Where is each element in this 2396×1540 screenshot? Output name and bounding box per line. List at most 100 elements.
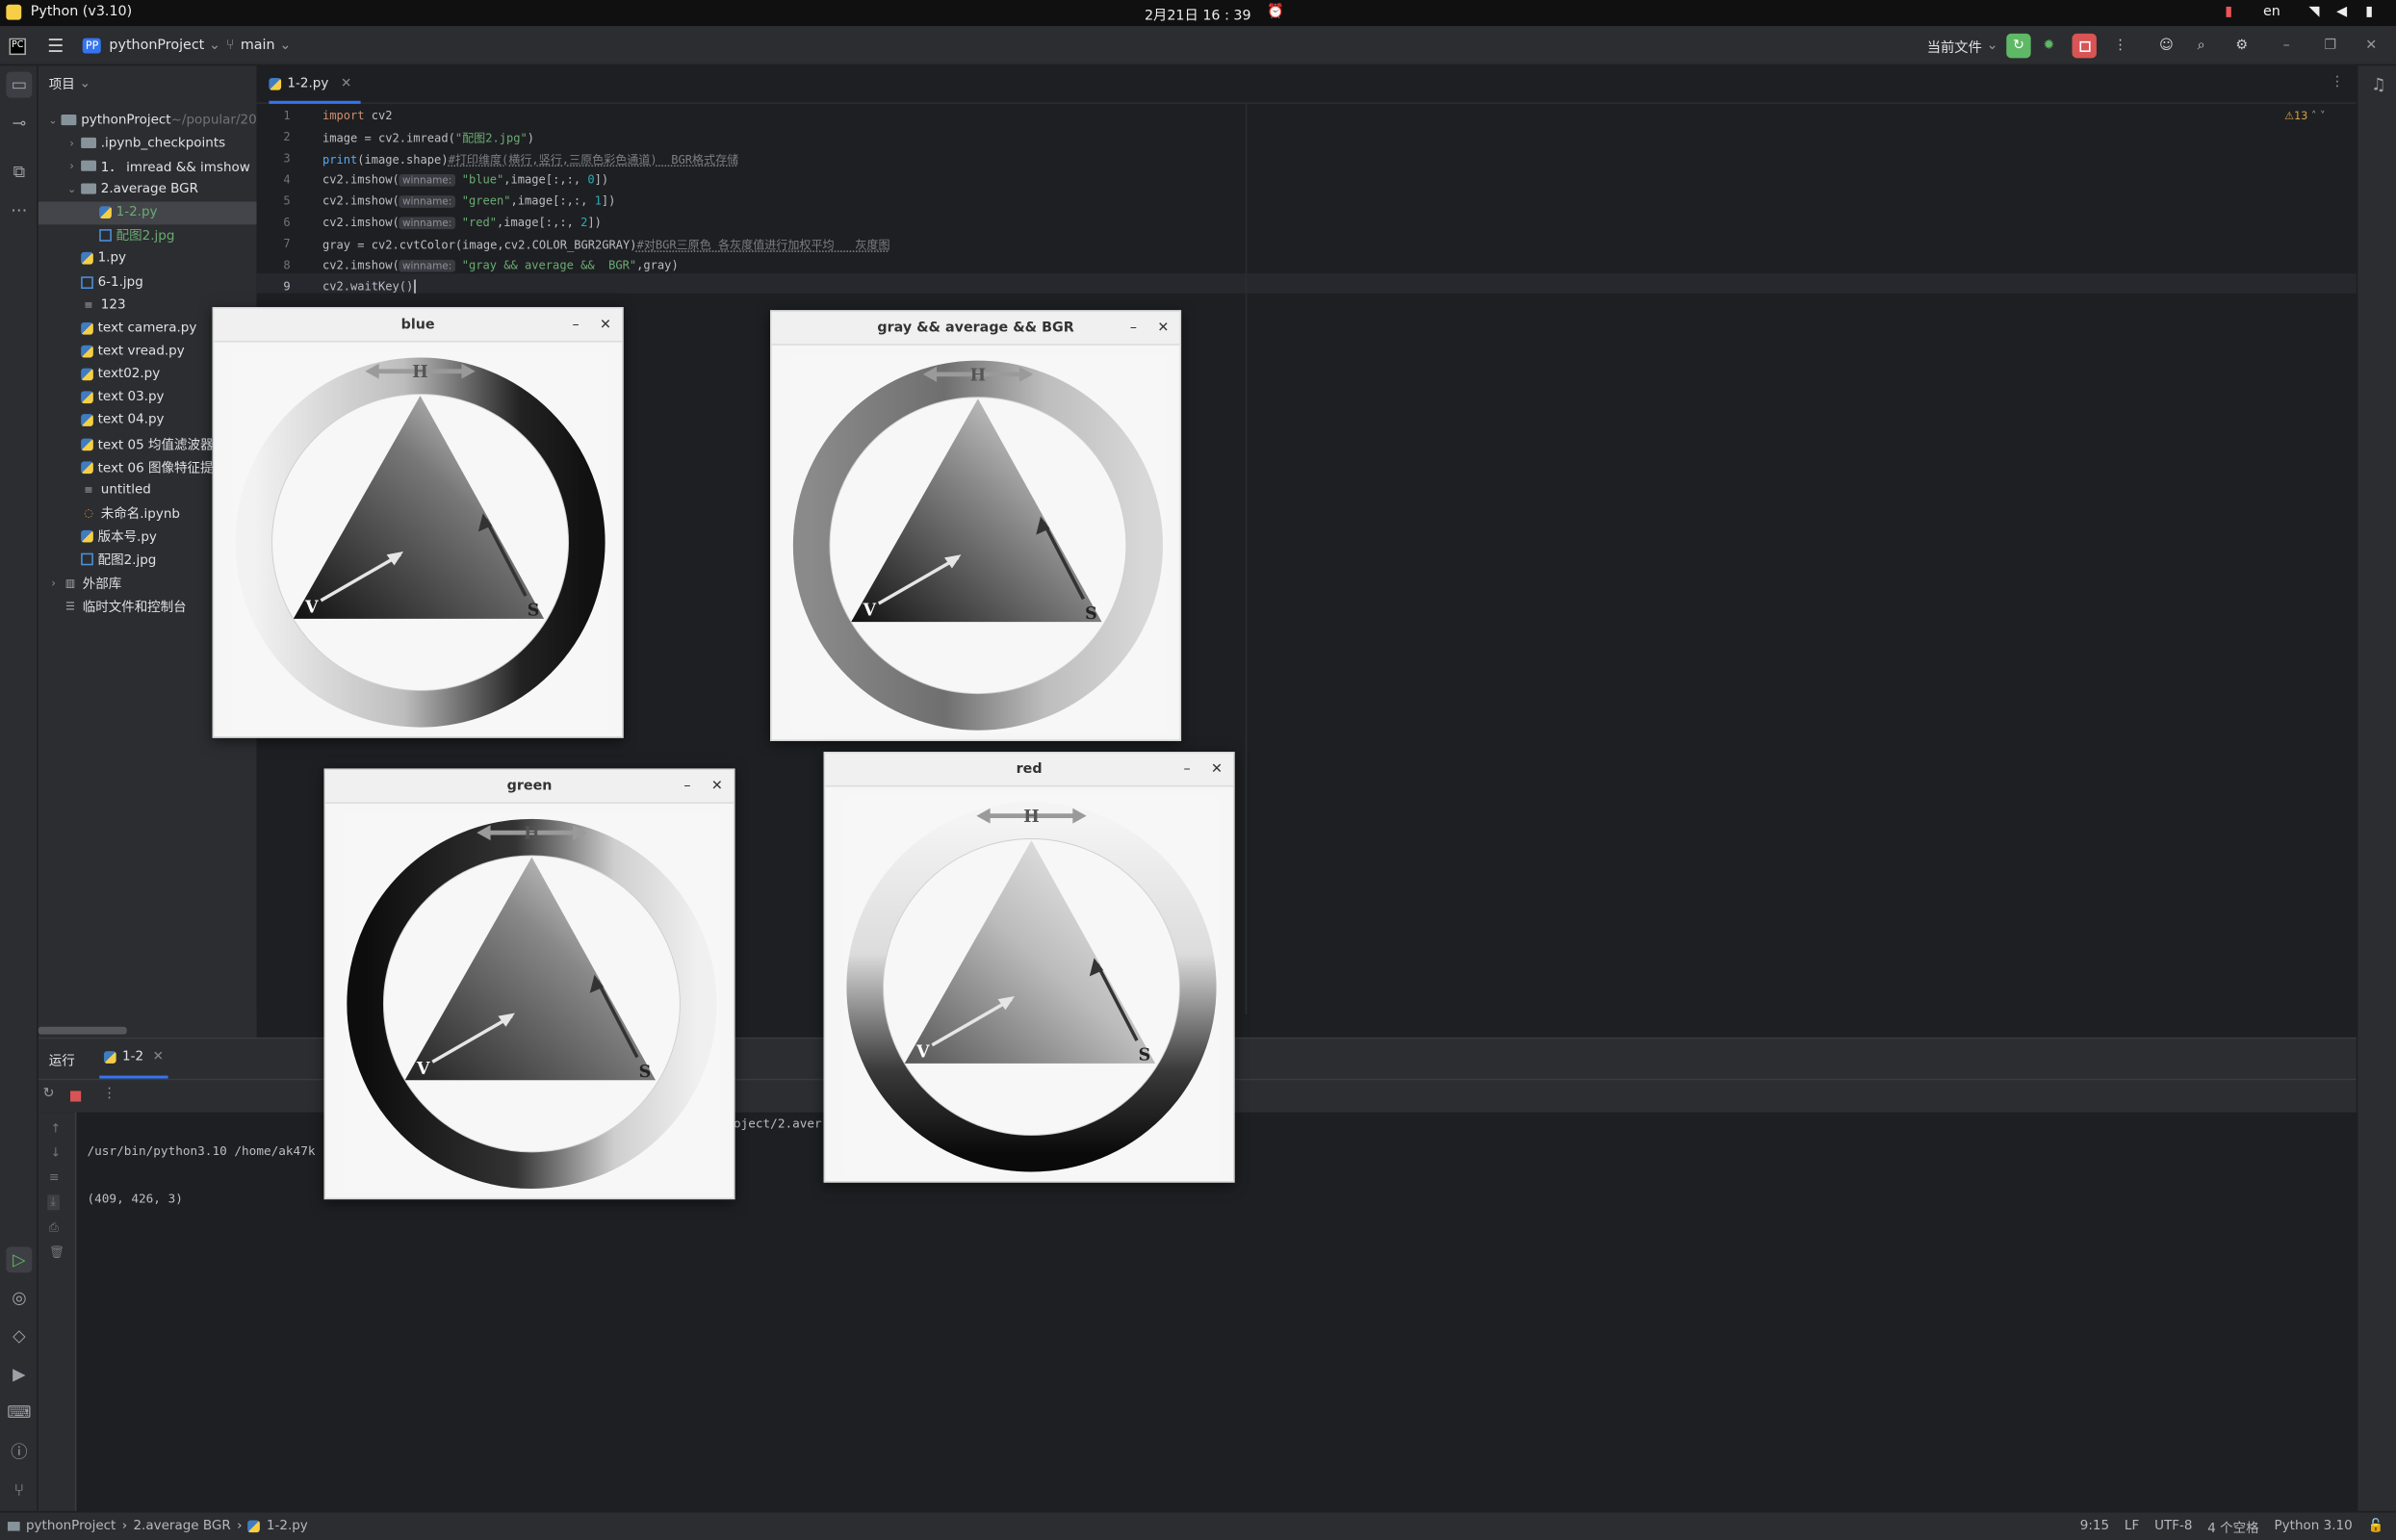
python-console-icon[interactable]: ◎	[6, 1285, 32, 1311]
branch-selector[interactable]: ⑂ main ⌄	[226, 26, 291, 65]
editor-tab-1-2[interactable]: 1-2.py ✕	[269, 65, 361, 104]
code-number: 1	[594, 193, 602, 208]
cv-window-green[interactable]: green – ✕ H V S	[323, 768, 735, 1200]
more-tools-icon[interactable]: ⋯	[6, 197, 32, 223]
cv-window-red[interactable]: red – ✕ H V S	[823, 752, 1235, 1183]
terminal-icon[interactable]: ⌨	[6, 1399, 32, 1425]
scroll-to-end-icon[interactable]: ⤓	[47, 1194, 60, 1211]
project-selector[interactable]: PP pythonProject ⌄	[82, 26, 220, 65]
python-file-icon	[81, 391, 93, 404]
close-tab-icon[interactable]: ✕	[341, 76, 351, 91]
battery-icon[interactable]: ▮	[2365, 5, 2373, 20]
minimize-button[interactable]: –	[1130, 312, 1137, 346]
file-encoding[interactable]: UTF-8	[2154, 1519, 2192, 1537]
breadcrumb-file[interactable]: 1-2.py	[267, 1519, 308, 1534]
chevron-up-icon[interactable]: ˄	[2311, 110, 2317, 122]
chevron-down-icon[interactable]: ˅	[2320, 110, 2326, 122]
close-button[interactable]: ✕	[711, 770, 723, 804]
python-interpreter[interactable]: Python 3.10	[2275, 1519, 2353, 1537]
volume-icon[interactable]: ◀	[2336, 5, 2347, 20]
tree-item[interactable]: ⌄ pythonProject ~/popular/20	[39, 109, 256, 132]
services-icon[interactable]: ▶	[6, 1361, 32, 1387]
python-packages-icon[interactable]: ◇	[6, 1323, 32, 1349]
line-separator[interactable]: LF	[2125, 1519, 2139, 1537]
settings-gear-icon[interactable]: ⚙	[2235, 26, 2248, 65]
rerun-button[interactable]: ↻	[2006, 33, 2031, 59]
project-panel-header[interactable]: 项目 ⌄	[49, 75, 90, 92]
close-tab-icon[interactable]: ✕	[153, 1050, 164, 1065]
chevron-right-icon[interactable]: ›	[65, 160, 78, 172]
run-tab-1-2[interactable]: 1-2 ✕	[99, 1039, 168, 1079]
collab-icon[interactable]: ☺	[2159, 26, 2174, 65]
chevron-down-icon[interactable]: ⌄	[47, 114, 59, 126]
code-token: cv2.imshow(	[322, 193, 399, 208]
tree-item[interactable]: 1-2.py	[38, 200, 257, 224]
chevron-right-icon[interactable]: ›	[65, 137, 78, 149]
rerun-icon[interactable]: ↻	[42, 1087, 54, 1102]
scroll-down-icon[interactable]: ↓	[50, 1146, 61, 1160]
cv-window-gray[interactable]: gray && average && BGR – ✕ H V S	[770, 310, 1182, 741]
main-menu-icon[interactable]: ☰	[47, 26, 64, 65]
close-button[interactable]: ✕	[1211, 754, 1223, 787]
tree-item[interactable]: 1.py	[39, 247, 257, 270]
cv-window-title[interactable]: green	[325, 770, 734, 804]
chevron-right-icon[interactable]: ›	[47, 577, 60, 589]
structure-tool-icon[interactable]: ⧉	[6, 159, 32, 185]
soft-wrap-icon[interactable]: ≡	[49, 1170, 60, 1184]
minimize-button[interactable]: –	[683, 770, 690, 804]
close-button[interactable]: ✕	[1157, 312, 1169, 346]
tree-item[interactable]: 配图2.jpg	[39, 224, 257, 247]
tree-item[interactable]: ⌄ 2.average BGR	[39, 178, 257, 201]
cv-window-blue[interactable]: blue – ✕ H V S	[212, 307, 624, 738]
run-tool-icon[interactable]: ▷	[6, 1246, 33, 1273]
cv-window-title[interactable]: red	[825, 753, 1234, 787]
run-config-selector[interactable]: 当前文件 ⌄	[1927, 26, 1998, 65]
clear-trash-icon[interactable]: 🗑	[49, 1245, 64, 1259]
run-output[interactable]: /usr/bin/python3.10 /home/ak47k (409, 42…	[87, 1116, 315, 1233]
tree-item[interactable]: › 1． imread && imshow	[39, 155, 257, 178]
recording-icon[interactable]: ▮	[2225, 5, 2232, 20]
alarm-icon[interactable]: ⏰	[1267, 5, 1284, 20]
inspection-widget[interactable]: ⚠13 ˄ ˅	[2284, 110, 2325, 122]
breadcrumb-separator-icon: ›	[121, 1518, 128, 1534]
print-icon[interactable]: ⎙	[49, 1220, 59, 1236]
cv-window-title[interactable]: blue	[214, 308, 623, 343]
search-icon[interactable]: ⌕	[2198, 26, 2205, 65]
project-tool-folder-icon[interactable]: ▭	[6, 71, 33, 98]
tree-item[interactable]: › .ipynb_checkpoints	[39, 132, 257, 155]
caret-position[interactable]: 9:15	[2080, 1519, 2109, 1537]
chevron-down-icon[interactable]: ⌄	[65, 183, 78, 195]
tab-options-icon[interactable]: ⋮	[2331, 75, 2344, 90]
minimize-button[interactable]: –	[572, 309, 579, 343]
code-token: image = cv2.imread(	[322, 131, 455, 145]
cv-window-title[interactable]: gray && average && BGR	[771, 311, 1180, 346]
param-hint: winname:	[399, 195, 455, 208]
problems-icon[interactable]: ⓘ	[6, 1438, 32, 1464]
close-window-button[interactable]: ✕	[2365, 26, 2377, 65]
breadcrumb-project[interactable]: pythonProject	[26, 1519, 116, 1534]
active-app-name[interactable]: Python (v3.10)	[31, 5, 132, 20]
breadcrumb-folder[interactable]: 2.average BGR	[133, 1519, 230, 1534]
wifi-icon[interactable]: ◥	[2309, 5, 2320, 20]
horizontal-scrollbar[interactable]	[38, 1026, 127, 1035]
restore-window-button[interactable]: ❐	[2324, 26, 2336, 65]
input-language[interactable]: en	[2263, 5, 2280, 20]
more-actions-icon[interactable]: ⋮	[2113, 26, 2126, 65]
tree-item[interactable]: 6-1.jpg	[39, 270, 257, 294]
debug-button[interactable]: ✹	[2043, 26, 2054, 65]
indent-setting[interactable]: 4 个空格	[2207, 1519, 2258, 1537]
stop-icon[interactable]	[70, 1091, 82, 1102]
python-file-icon	[81, 345, 93, 358]
stop-button[interactable]	[2072, 33, 2097, 59]
scroll-up-icon[interactable]: ↑	[50, 1121, 61, 1135]
git-icon[interactable]: ⑂	[6, 1477, 32, 1503]
minimize-window-button[interactable]: –	[2283, 26, 2290, 65]
lock-icon[interactable]: 🔓	[2368, 1519, 2384, 1537]
notifications-bell-icon[interactable]: ♫	[2365, 72, 2391, 98]
more-options-icon[interactable]: ⋮	[102, 1087, 116, 1102]
clock[interactable]: 2月21日 16 : 39	[1145, 5, 1251, 25]
close-button[interactable]: ✕	[600, 309, 611, 343]
tree-item-label: 外部库	[82, 577, 122, 593]
minimize-button[interactable]: –	[1183, 754, 1190, 787]
commit-tool-icon[interactable]: ⊸	[6, 110, 32, 136]
